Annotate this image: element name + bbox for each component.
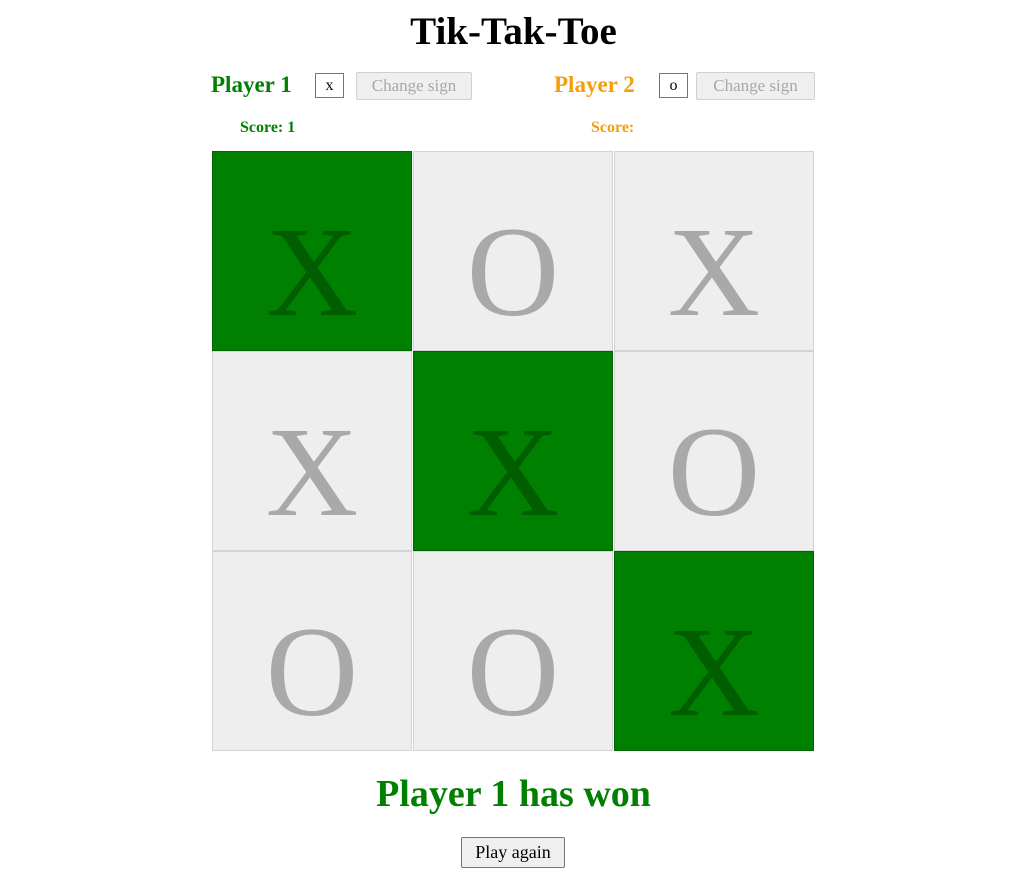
board-cell-7[interactable]: O xyxy=(413,551,613,751)
player-2-score: Score: xyxy=(591,119,635,136)
player-1-change-sign-button[interactable]: Change sign xyxy=(356,72,472,100)
player-2-sign-input[interactable] xyxy=(659,73,688,98)
game-title: Tik-Tak-Toe xyxy=(410,10,617,53)
board-cell-5[interactable]: O xyxy=(614,351,814,551)
player-2-change-sign-button[interactable]: Change sign xyxy=(696,72,815,100)
board-cell-2[interactable]: X xyxy=(614,151,814,351)
board-cell-1[interactable]: O xyxy=(413,151,613,351)
play-again-button[interactable]: Play again xyxy=(461,837,565,868)
board-cell-3[interactable]: X xyxy=(212,351,412,551)
player-2-name: Player 2 xyxy=(554,72,635,97)
board-cell-0[interactable]: X xyxy=(212,151,412,351)
player-1-score: Score: 1 xyxy=(240,119,296,136)
board-cell-8[interactable]: X xyxy=(614,551,814,751)
player-1-name: Player 1 xyxy=(211,72,292,97)
board-cell-4[interactable]: X xyxy=(413,351,613,551)
game-board: X O X X X O O O X xyxy=(212,151,815,751)
player-1-sign-input[interactable] xyxy=(315,73,344,98)
board-cell-6[interactable]: O xyxy=(212,551,412,751)
game-status-message: Player 1 has won xyxy=(376,773,651,815)
